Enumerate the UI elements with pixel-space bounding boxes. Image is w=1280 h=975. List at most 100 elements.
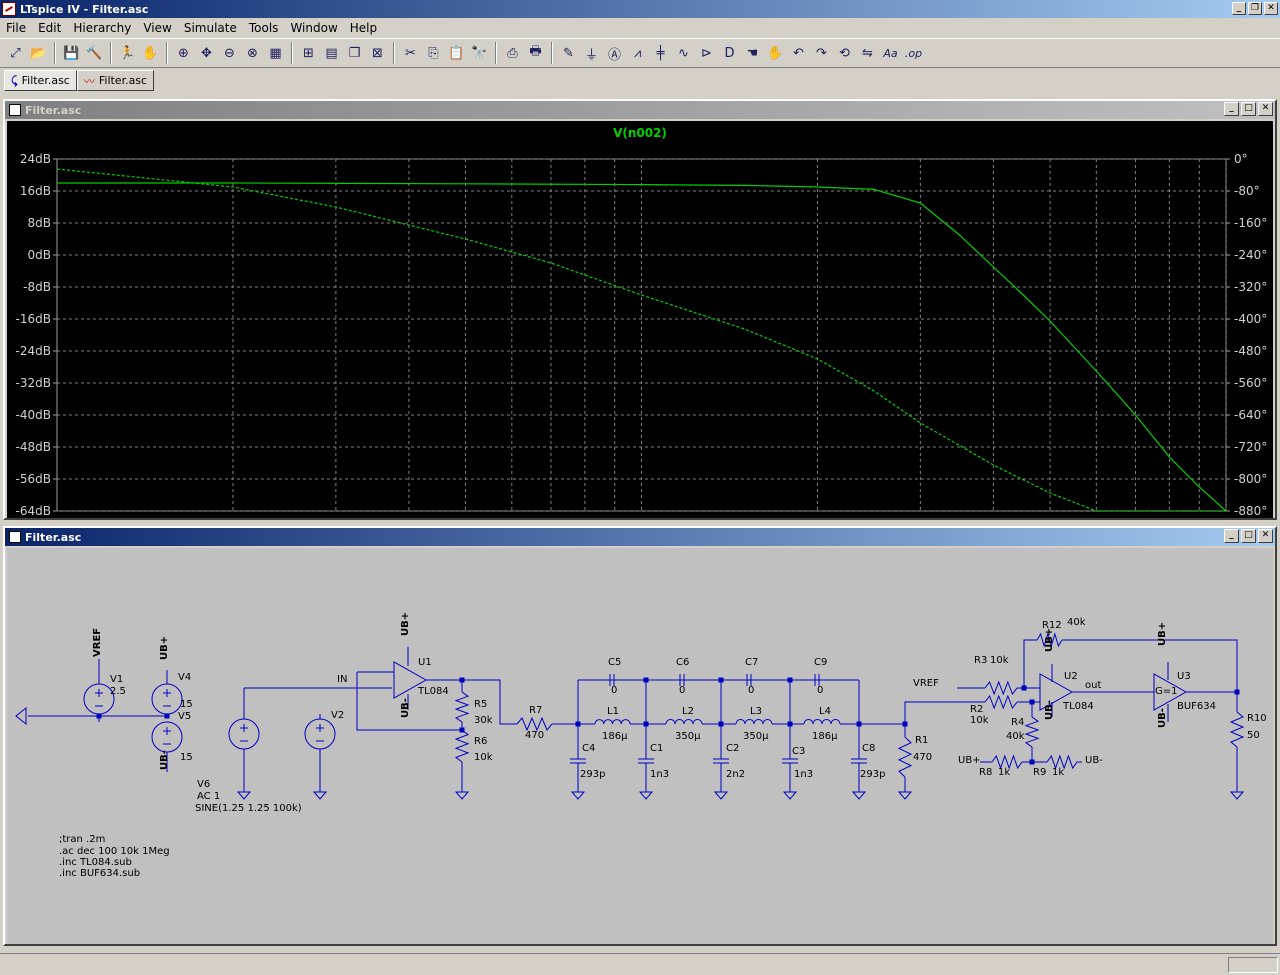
resistor-symbol[interactable] [1229,711,1245,748]
schematic-label[interactable]: 0 [817,685,823,696]
zoom-out-icon[interactable]: ⊖ [218,42,241,64]
minimize-button[interactable]: _ [1224,102,1239,116]
schematic-label[interactable]: UB+ [1157,622,1168,646]
menu-window[interactable]: Window [284,21,343,35]
schematic-label[interactable]: C7 [745,657,758,668]
draw-wire-icon[interactable]: ✎ [557,42,580,64]
schematic-label[interactable]: UB+ [159,636,170,660]
schematic-label[interactable]: UB+ [1044,628,1055,652]
voltage-source-symbol[interactable] [151,721,183,753]
schematic-label[interactable]: R2 [970,704,983,715]
schematic-label[interactable]: 15 [180,752,193,763]
schematic-label[interactable]: 0 [611,685,617,696]
grid-icon[interactable]: ⊞ [297,42,320,64]
tab-schematic[interactable]: ⤹ Filter.asc [4,70,77,91]
print-icon[interactable]: 🖶 [524,42,547,64]
voltage-source-symbol[interactable] [304,718,336,750]
junction-dot[interactable] [96,713,102,719]
schematic-label[interactable]: R6 [474,736,487,747]
schematic-label[interactable]: V2 [331,710,344,721]
schematic-label[interactable]: R7 [529,705,542,716]
schematic-label[interactable]: .ac dec 100 10k 1Meg [59,846,170,857]
inductor-symbol[interactable] [803,719,841,725]
ground-symbol[interactable] [570,791,586,800]
schematic-label[interactable]: 0 [679,685,685,696]
trace-label[interactable]: V(n002) [613,126,667,140]
bode-plot[interactable]: V(n002) 24dB 0° 16dB -80° 8dB -160° 0dB -240° -8… [7,121,1273,532]
control-panel-icon[interactable]: 🔨 [83,42,106,64]
autorange-icon[interactable]: ▦ [264,42,287,64]
schematic-drawing[interactable]: VREFV12.5UB+V4V51515UB-INV2V6AC 1SINE(1.… [7,548,1273,944]
save-icon[interactable]: 💾 [60,42,83,64]
spice-directive-icon[interactable]: .op [902,42,925,64]
junction-dot[interactable] [787,677,793,683]
junction-dot[interactable] [718,677,724,683]
text-icon[interactable]: Aa [879,42,902,64]
schematic-label[interactable]: 1n3 [794,769,813,780]
schematic-label[interactable]: 470 [525,730,544,741]
ground-symbol[interactable] [782,791,798,800]
schematic-label[interactable]: C1 [650,743,663,754]
resistor-icon[interactable]: ⩘ [626,42,649,64]
ground-symbol[interactable] [897,791,913,800]
ground-symbol[interactable] [1229,791,1245,800]
schematic-label[interactable]: 40k [1006,731,1025,742]
schematic-label[interactable]: 350µ [743,731,769,742]
schematic-label[interactable]: 1k [1052,767,1064,778]
menu-simulate[interactable]: Simulate [178,21,243,35]
schematic-label[interactable]: 2.5 [110,686,126,697]
schematic-label[interactable]: V1 [110,674,123,685]
print-setup-icon[interactable]: ⎙ [501,42,524,64]
resistor-symbol[interactable] [516,716,553,732]
schematic-label[interactable]: C8 [862,743,875,754]
schematic-label[interactable]: VREF [913,678,939,689]
resistor-symbol[interactable] [984,680,1018,696]
ground-symbol[interactable] [713,791,729,800]
ground-symbol[interactable] [236,791,252,800]
menu-help[interactable]: Help [344,21,383,35]
run-icon[interactable]: 🏃 [116,42,139,64]
resistor-symbol[interactable] [1024,716,1040,748]
close-button[interactable]: ✕ [1258,102,1273,116]
schematic-label[interactable]: 293p [580,769,605,780]
schematic-label[interactable]: C9 [814,657,827,668]
schematic-label[interactable]: C6 [676,657,689,668]
close-button[interactable]: ✕ [1264,2,1278,15]
maximize-button[interactable]: □ [1241,529,1256,543]
schematic-label[interactable]: 50 [1247,730,1260,741]
resistor-symbol[interactable] [897,736,913,778]
schematic-label[interactable]: V5 [178,711,191,722]
schematic-label[interactable]: IN [337,674,347,685]
schematic-label[interactable]: R4 [1011,717,1024,728]
menu-edit[interactable]: Edit [32,21,67,35]
menu-view[interactable]: View [137,21,177,35]
schematic-label[interactable]: V4 [178,672,191,683]
schematic-label[interactable]: UB- [1085,755,1103,766]
schematic-label[interactable]: R3 [974,655,987,666]
close-all-icon[interactable]: ⊠ [366,42,389,64]
tile-horizontal-icon[interactable]: ▤ [320,42,343,64]
plot-area[interactable]: V(n002) 24dB 0° 16dB -80° 8dB -160° 0dB -240° -8… [7,121,1273,532]
move-icon[interactable]: ☚ [741,42,764,64]
component-icon[interactable]: D [718,42,741,64]
voltage-source-symbol[interactable] [228,718,260,750]
resistor-symbol[interactable] [454,729,470,763]
schematic-label[interactable]: 186µ [602,731,628,742]
schematic-canvas[interactable]: VREF V1 2.5 UB+ V4 V5 15 15 UB- IN V2 V6 AC 1 SINE(1.… [7,548,1273,944]
schematic-label[interactable]: AC 1 [197,791,220,802]
schematic-label[interactable]: C4 [582,743,595,754]
schematic-label[interactable]: U3 [1177,671,1191,682]
tab-waveform[interactable]: 〰 Filter.asc [76,70,155,91]
inductor-symbol[interactable] [735,719,773,725]
schematic-label[interactable]: R9 [1033,767,1046,778]
zoom-in-icon[interactable]: ⊕ [172,42,195,64]
schematic-label[interactable]: 10k [970,715,989,726]
close-button[interactable]: ✕ [1258,529,1273,543]
cascade-icon[interactable]: ❐ [343,42,366,64]
ground-symbol[interactable] [454,791,470,800]
schematic-label[interactable]: TL084 [1062,701,1094,712]
menu-tools[interactable]: Tools [243,21,285,35]
diode-icon[interactable]: ⊳ [695,42,718,64]
halt-icon[interactable]: ✋ [139,42,162,64]
schematic-label[interactable]: 30k [474,715,493,726]
